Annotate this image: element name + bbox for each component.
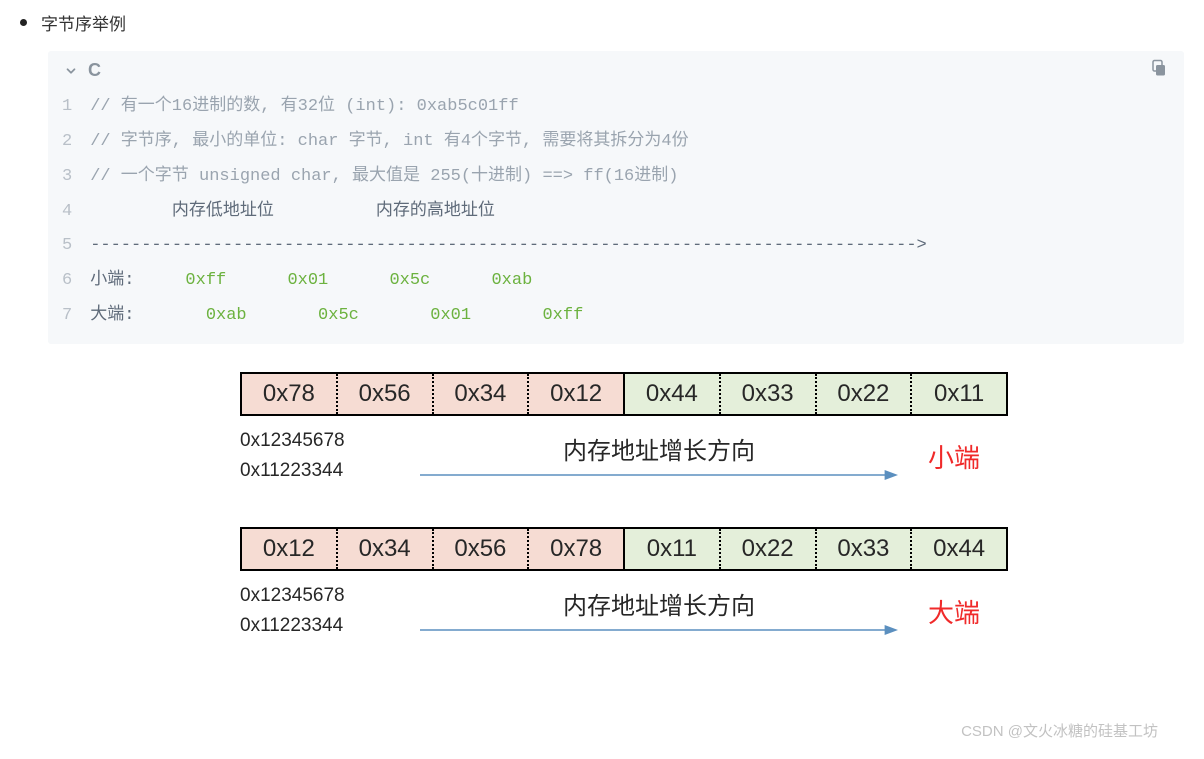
code-token: 0xab 0x5c 0x01 0xff <box>206 306 583 325</box>
code-line: // 一个字节 unsigned char, 最大值是 255(十进制) ==>… <box>90 160 927 195</box>
bullet-item: 字节序举例 <box>20 10 1184 35</box>
code-body: 1234567 // 有一个16进制的数, 有32位 (int): 0xab5c… <box>48 90 1184 344</box>
arrow-label: 内存地址增长方向 <box>563 431 755 466</box>
arrow-right-icon <box>420 623 898 637</box>
line-number: 7 <box>62 299 72 334</box>
arrow-block: 内存地址增长方向 <box>420 431 898 482</box>
hex-values: 0x123456780x11223344 <box>240 581 420 642</box>
memory-row: 0x120x340x560x780x110x220x330x44 <box>240 527 1008 571</box>
under-row: 0x123456780x11223344 内存地址增长方向 大端 <box>240 581 1008 642</box>
line-number: 3 <box>62 160 72 195</box>
watermark: CSDN @文火冰糖的硅基工坊 <box>961 720 1158 741</box>
bullet-text: 字节序举例 <box>41 10 126 35</box>
code-line: 大端: 0xab 0x5c 0x01 0xff <box>90 299 927 334</box>
chevron-down-icon[interactable] <box>64 64 78 78</box>
code-token: 小端: <box>90 271 185 290</box>
memory-row: 0x780x560x340x120x440x330x220x11 <box>240 372 1008 416</box>
code-token: // 字节序, 最小的单位: char 字节, int 有4个字节, 需要将其拆… <box>90 132 688 151</box>
copy-icon[interactable] <box>1150 59 1168 82</box>
hex-value: 0x12345678 <box>240 426 420 456</box>
code-gutter: 1234567 <box>48 90 90 334</box>
arrow-block: 内存地址增长方向 <box>420 586 898 637</box>
memory-cell: 0x44 <box>912 529 1006 569</box>
line-number: 2 <box>62 125 72 160</box>
code-token: // 有一个16进制的数, 有32位 (int): 0xab5c01ff <box>90 97 518 116</box>
hex-value: 0x12345678 <box>240 581 420 611</box>
memory-cell: 0x56 <box>338 374 434 414</box>
code-token: // 一个字节 unsigned char, 最大值是 255(十进制) ==>… <box>90 167 678 186</box>
memory-cell: 0x78 <box>242 374 338 414</box>
line-number: 1 <box>62 90 72 125</box>
code-token: ----------------------------------------… <box>90 236 927 255</box>
endian-label: 大端 <box>928 593 1008 630</box>
line-number: 5 <box>62 229 72 264</box>
code-line: // 字节序, 最小的单位: char 字节, int 有4个字节, 需要将其拆… <box>90 125 927 160</box>
hex-value: 0x11223344 <box>240 611 420 641</box>
code-line: ----------------------------------------… <box>90 229 927 264</box>
code-header: C <box>48 51 1184 90</box>
code-line: 小端: 0xff 0x01 0x5c 0xab <box>90 264 927 299</box>
arrow-right-icon <box>420 468 898 482</box>
memory-cell: 0x34 <box>434 374 530 414</box>
memory-cell: 0x11 <box>625 529 721 569</box>
code-line: // 有一个16进制的数, 有32位 (int): 0xab5c01ff <box>90 90 927 125</box>
memory-cell: 0x56 <box>434 529 530 569</box>
memory-cell: 0x12 <box>242 529 338 569</box>
endian-diagram: 0x780x560x340x120x440x330x220x110x123456… <box>240 372 1184 642</box>
hex-values: 0x123456780x11223344 <box>240 426 420 487</box>
memory-cell: 0x78 <box>529 529 625 569</box>
memory-cell: 0x33 <box>817 529 913 569</box>
code-token: 0xff 0x01 0x5c 0xab <box>185 271 532 290</box>
hex-value: 0x11223344 <box>240 456 420 486</box>
code-language-label: C <box>88 60 102 81</box>
bullet-dot <box>20 19 27 26</box>
memory-cell: 0x33 <box>721 374 817 414</box>
code-token: 大端: <box>90 306 206 325</box>
arrow-label: 内存地址增长方向 <box>563 586 755 621</box>
memory-cell: 0x11 <box>912 374 1006 414</box>
memory-cell: 0x22 <box>817 374 913 414</box>
code-token: 内存低地址位 内存的高地址位 <box>90 202 495 221</box>
row-spacer <box>240 487 1184 527</box>
code-lines: // 有一个16进制的数, 有32位 (int): 0xab5c01ff // 字… <box>90 90 927 334</box>
memory-cell: 0x22 <box>721 529 817 569</box>
code-block: C 1234567 // 有一个16进制的数, 有32位 (int): 0xab… <box>48 51 1184 344</box>
memory-cell: 0x44 <box>625 374 721 414</box>
endian-label: 小端 <box>928 438 1008 475</box>
memory-cell: 0x34 <box>338 529 434 569</box>
memory-cell: 0x12 <box>529 374 625 414</box>
under-row: 0x123456780x11223344 内存地址增长方向 小端 <box>240 426 1008 487</box>
line-number: 6 <box>62 264 72 299</box>
code-line: 内存低地址位 内存的高地址位 <box>90 195 927 230</box>
line-number: 4 <box>62 195 72 230</box>
